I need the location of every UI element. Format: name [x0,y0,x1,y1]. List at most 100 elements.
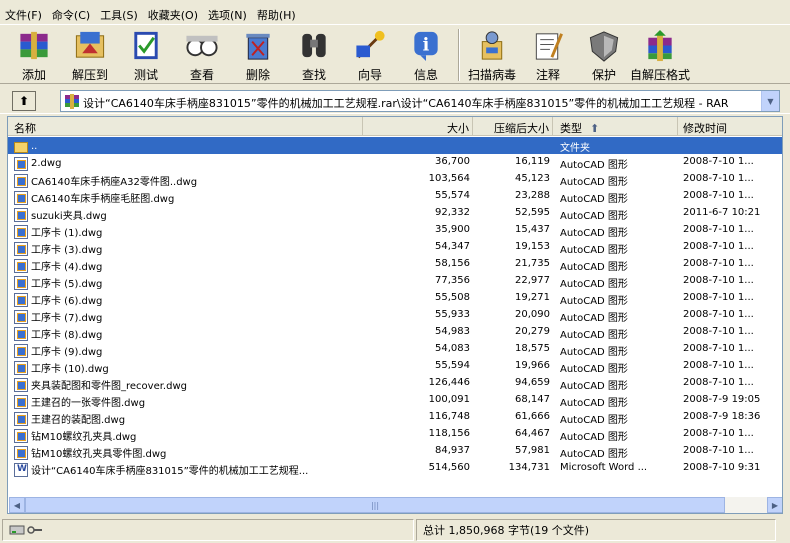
menu-item-5[interactable]: 帮助(H) [252,4,301,24]
up-folder-button[interactable]: ⬆ [12,91,36,111]
cell-size: 118,156 [428,428,470,439]
cell-modified: 2008-7-10 1... [683,224,754,235]
scroll-thumb[interactable]: ||| [25,497,725,513]
dwg-file-icon [14,258,28,273]
table-row[interactable]: 2.dwg 36,700 16,119 AutoCAD 图形 2008-7-10 1..… [8,154,782,171]
menu-item-3[interactable]: 收藏夹(O) [143,4,203,24]
horizontal-scrollbar[interactable]: ◀ ||| ▶ [9,497,782,513]
cell-modified: 2008-7-10 1... [683,445,754,456]
table-row[interactable]: 工序卡 (5).dwg 77,356 22,977 AutoCAD 图形 2008-7-… [8,273,782,290]
toolbar-button-4[interactable]: 删除 [230,25,286,83]
list-header: 名称 大小 压缩后大小 类型 ⬆ 修改时间 [8,117,782,136]
toolbar-button-8[interactable]: 扫描病毒 [464,25,520,83]
table-row[interactable]: 工序卡 (10).dwg 55,594 19,966 AutoCAD 图形 2008-7… [8,358,782,375]
cell-modified [678,137,782,154]
table-row[interactable]: 夹具装配图和零件图_recover.dwg 126,446 94,659 AutoCA… [8,375,782,392]
toolbar-button-3[interactable]: 查看 [174,25,230,83]
file-name: 钻M10螺纹孔夹具零件图.dwg [31,449,167,460]
table-row[interactable]: 工序卡 (8).dwg 54,983 20,279 AutoCAD 图形 2008-7-… [8,324,782,341]
column-header-modified[interactable]: 修改时间 [678,117,782,136]
cell-packed: 134,731 [508,462,550,473]
cell-size: 103,564 [428,173,470,184]
cell-name: 钻M10螺纹孔夹具.dwg [8,426,363,443]
cell-size: 55,508 [435,292,470,303]
file-name: .. [31,141,38,152]
table-row[interactable]: 王建召的装配图.dwg 116,748 61,666 AutoCAD 图形 2008-7… [8,409,782,426]
table-row[interactable]: CA6140车床手柄座毛胚图.dwg 55,574 23,288 AutoCAD 图形… [8,188,782,205]
status-bar: 总计 1,850,968 字节(19 个文件) [0,518,790,543]
dwg-file-icon [14,343,28,358]
file-name: 钻M10螺纹孔夹具.dwg [31,432,137,443]
menu-item-2[interactable]: 工具(S) [95,4,143,24]
cell-packed [473,137,553,154]
table-row[interactable]: 工序卡 (9).dwg 54,083 18,575 AutoCAD 图形 2008-7-… [8,341,782,358]
cell-type: AutoCAD 图形 [560,194,628,205]
cell-size: 54,083 [435,343,470,354]
table-row[interactable]: CA6140车床手柄座A32零件图..dwg 103,564 45,123 AutoC… [8,171,782,188]
toolbar-button-11[interactable]: 自解压格式 [630,25,690,83]
column-header-packed[interactable]: 压缩后大小 [473,117,553,136]
cell-type: AutoCAD 图形 [560,177,628,188]
svg-text:i: i [423,35,430,55]
cell-name: suzuki夹具.dwg [8,205,363,222]
table-row[interactable]: 工序卡 (7).dwg 55,933 20,090 AutoCAD 图形 2008-7-… [8,307,782,324]
cell-size: 36,700 [435,156,470,167]
table-row[interactable]: 工序卡 (1).dwg 35,900 15,437 AutoCAD 图形 2008-7-… [8,222,782,239]
cell-size: 514,560 [428,462,470,473]
file-name: 工序卡 (1).dwg [31,228,103,239]
toolbar-button-1[interactable]: 解压到 [62,25,118,83]
cell-name: 王建召的一张零件图.dwg [8,392,363,409]
cell-packed: 18,575 [515,343,550,354]
cell-modified: 2008-7-10 9:31 [683,462,761,473]
table-row[interactable]: 工序卡 (4).dwg 58,156 21,735 AutoCAD 图形 2008-7-… [8,256,782,273]
table-row[interactable]: .. 文件夹 [8,137,782,154]
file-name: CA6140车床手柄座毛胚图.dwg [31,194,175,205]
toolbar-button-5[interactable]: 查找 [286,25,342,83]
table-row[interactable]: 王建召的一张零件图.dwg 100,091 68,147 AutoCAD 图形 2008… [8,392,782,409]
toolbar-button-9[interactable]: 注释 [520,25,576,83]
cell-packed: 94,659 [515,377,550,388]
cell-name: 工序卡 (7).dwg [8,307,363,324]
folder-icon [14,142,28,153]
menu-item-4[interactable]: 选项(N) [203,4,252,24]
table-row[interactable]: 工序卡 (3).dwg 54,347 19,153 AutoCAD 图形 2008-7-… [8,239,782,256]
toolbar-button-7[interactable]: i 信息 [398,25,454,83]
table-row[interactable]: 工序卡 (6).dwg 55,508 19,271 AutoCAD 图形 2008-7-… [8,290,782,307]
table-row[interactable]: suzuki夹具.dwg 92,332 52,595 AutoCAD 图形 2011-6… [8,205,782,222]
table-row[interactable]: 设计“CA6140车床手柄座831015”零件的机械加工工艺规程... 514,5… [8,460,782,477]
cell-name: 设计“CA6140车床手柄座831015”零件的机械加工工艺规程... [8,460,363,477]
toolbar-label: 删除 [245,68,270,82]
protect-icon [589,31,619,62]
toolbar-label: 保护 [591,68,616,82]
cell-modified: 2008-7-9 18:36 [683,411,761,422]
scroll-right-button[interactable]: ▶ [767,497,782,513]
toolbar-button-0[interactable]: 添加 [6,25,62,83]
cell-type: 文件夹 [560,143,590,154]
table-row[interactable]: 钻M10螺纹孔夹具.dwg 118,156 64,467 AutoCAD 图形 2008… [8,426,782,443]
address-text: 设计“CA6140车床手柄座831015”零件的机械加工工艺规程.rar\设计“… [83,97,729,110]
cell-name: 夹具装配图和零件图_recover.dwg [8,375,363,392]
menu-item-0[interactable]: 文件(F) [0,4,47,24]
address-field[interactable]: 设计“CA6140车床手柄座831015”零件的机械加工工艺规程.rar\设计“… [60,90,780,112]
cell-size: 58,156 [435,258,470,269]
column-header-type-label: 类型 [560,122,582,135]
toolbar-button-2[interactable]: 测试 [118,25,174,83]
menu-item-1[interactable]: 命令(C) [47,4,95,24]
status-total: 总计 1,850,968 字节(19 个文件) [416,519,776,541]
toolbar-button-10[interactable]: 保护 [576,25,632,83]
cell-packed: 61,666 [515,411,550,422]
file-list[interactable]: 名称 大小 压缩后大小 类型 ⬆ 修改时间 .. 文件夹 2.dwg 36,700 16,… [7,116,783,514]
toolbar-button-6[interactable]: 向导 [342,25,398,83]
dwg-file-icon [14,292,28,307]
dwg-file-icon [14,445,28,460]
column-header-type[interactable]: 类型 ⬆ [553,117,678,136]
cell-name: 工序卡 (1).dwg [8,222,363,239]
cell-type: AutoCAD 图形 [560,296,628,307]
table-row[interactable]: 钻M10螺纹孔夹具零件图.dwg 84,937 57,981 AutoCAD 图形 20… [8,443,782,460]
scroll-left-button[interactable]: ◀ [9,497,25,513]
address-dropdown-button[interactable]: ▼ [761,91,779,111]
cell-modified: 2008-7-10 1... [683,292,754,303]
column-header-name[interactable]: 名称 [8,117,363,136]
column-header-size[interactable]: 大小 [363,117,473,136]
dwg-file-icon [14,377,28,392]
